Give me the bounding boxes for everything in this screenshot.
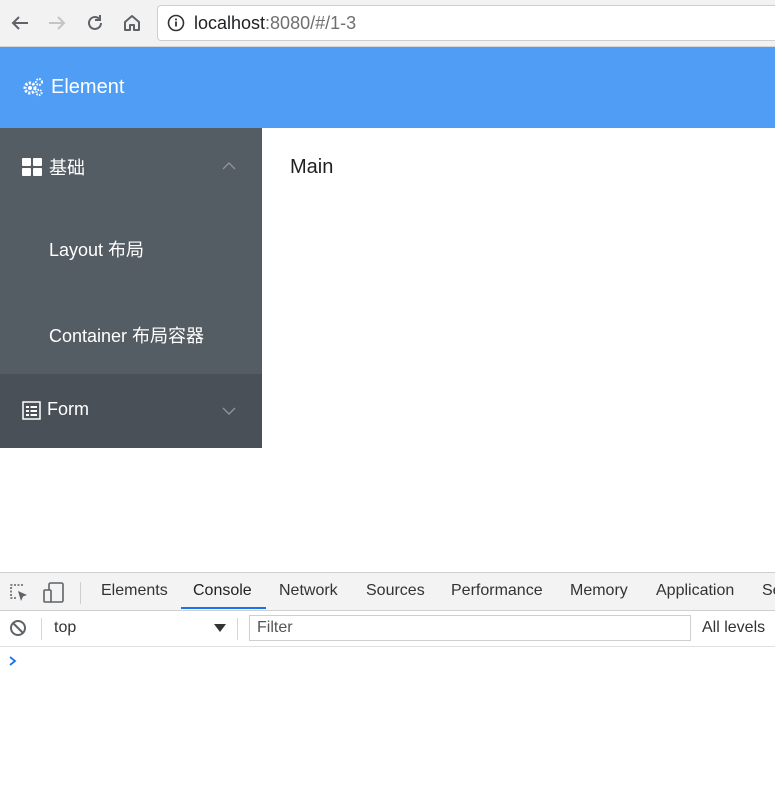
devtools-tabbar: Elements Console Network Sources Perform… xyxy=(0,573,775,611)
app-title: Element xyxy=(51,76,125,98)
url-rest: :8080/#/1-3 xyxy=(265,13,357,33)
gears-icon xyxy=(23,78,43,97)
app-header: Element xyxy=(0,47,775,128)
filter-placeholder: Filter xyxy=(257,619,293,636)
browser-toolbar: localhost:8080/#/1-3 xyxy=(0,0,775,47)
main-content: Main xyxy=(290,156,334,178)
address-bar[interactable]: localhost:8080/#/1-3 xyxy=(157,5,775,41)
tab-memory[interactable]: Memory xyxy=(570,582,628,600)
back-icon[interactable] xyxy=(7,10,33,36)
info-icon[interactable] xyxy=(167,14,185,32)
filter-input[interactable]: Filter xyxy=(249,615,691,641)
tab-performance[interactable]: Performance xyxy=(451,582,543,600)
tab-console[interactable]: Console xyxy=(193,582,252,600)
dropdown-arrow-icon[interactable] xyxy=(214,623,226,633)
tab-sources[interactable]: Sources xyxy=(366,582,425,600)
clear-console-icon[interactable] xyxy=(9,619,27,637)
submenu-form-label: Form xyxy=(47,399,89,419)
log-levels-dropdown[interactable]: All levels xyxy=(702,619,765,637)
console-prompt-icon[interactable] xyxy=(8,655,18,667)
form-icon xyxy=(22,401,41,420)
menu-item-layout[interactable]: Layout 布局 xyxy=(0,205,262,291)
chevron-up-icon xyxy=(222,162,236,170)
submenu-basic[interactable]: 基础 xyxy=(0,128,262,205)
toolbar-divider xyxy=(80,582,81,604)
menu-item-container-label: Container 布局容器 xyxy=(49,326,205,346)
devtools-panel: Elements Console Network Sources Perform… xyxy=(0,572,775,801)
home-icon[interactable] xyxy=(119,10,145,36)
tab-application[interactable]: Application xyxy=(656,582,734,600)
tab-network[interactable]: Network xyxy=(279,582,338,600)
tab-elements[interactable]: Elements xyxy=(101,582,168,600)
sidebar-menu: 基础 Layout 布局 Container 布局容器 Form xyxy=(0,128,262,448)
device-toolbar-icon[interactable] xyxy=(43,582,65,604)
tab-security[interactable]: Se xyxy=(762,582,775,600)
context-selector[interactable]: top xyxy=(54,619,76,637)
console-toolbar: top Filter All levels xyxy=(0,611,775,647)
menu-item-container[interactable]: Container 布局容器 xyxy=(0,291,262,374)
grid-icon xyxy=(22,158,42,176)
toolbar-divider xyxy=(237,618,238,640)
menu-item-layout-label: Layout 布局 xyxy=(49,240,145,260)
chevron-down-icon xyxy=(222,407,236,415)
reload-icon[interactable] xyxy=(82,10,108,36)
submenu-form[interactable]: Form xyxy=(0,374,262,448)
inspect-element-icon[interactable] xyxy=(8,582,30,604)
url-text: localhost:8080/#/1-3 xyxy=(194,13,356,34)
submenu-basic-label: 基础 xyxy=(49,158,85,178)
toolbar-divider xyxy=(41,618,42,640)
active-tab-indicator xyxy=(181,607,266,609)
forward-icon[interactable] xyxy=(44,10,70,36)
url-host: localhost xyxy=(194,13,266,33)
